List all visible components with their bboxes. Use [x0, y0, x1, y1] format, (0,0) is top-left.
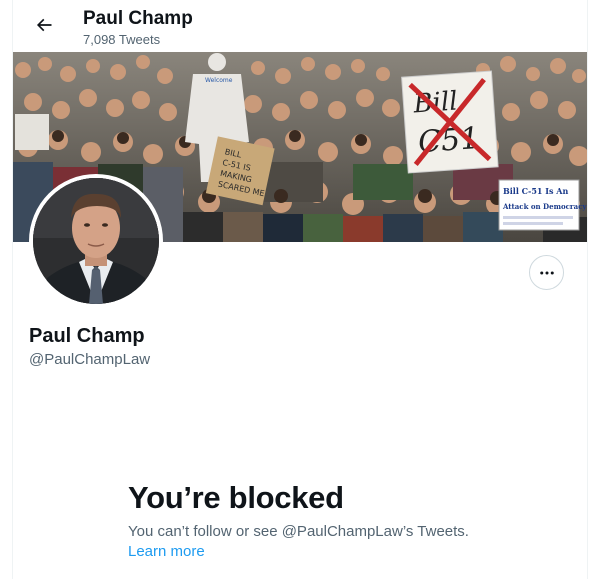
more-horizontal-icon: [539, 271, 554, 274]
svg-text:Welcome: Welcome: [205, 77, 233, 84]
back-button[interactable]: [27, 8, 61, 42]
tweet-count: 7,098 Tweets: [83, 32, 161, 47]
learn-more-link[interactable]: Learn more: [128, 543, 205, 560]
blocked-message: You can’t follow or see @PaulChampLaw’s …: [128, 523, 469, 540]
profile-avatar[interactable]: [29, 174, 163, 308]
blocked-title: You’re blocked: [128, 480, 344, 515]
avatar-photo: [33, 178, 159, 304]
profile-page: Paul Champ 7,098 Tweets Welcome Bill C51…: [0, 0, 600, 579]
header-title: Paul Champ: [83, 8, 193, 29]
svg-text:Bill C-51 Is An: Bill C-51 Is An: [503, 186, 569, 196]
arrow-left-icon: [36, 18, 52, 32]
profile-header: Paul Champ 7,098 Tweets: [13, 0, 587, 52]
profile-handle: @PaulChampLaw: [29, 351, 151, 368]
column-border-right: [587, 0, 588, 579]
profile-name: Paul Champ: [29, 325, 145, 347]
more-options-button[interactable]: [529, 255, 564, 290]
svg-text:Attack on Democracy!: Attack on Democracy!: [502, 202, 587, 211]
